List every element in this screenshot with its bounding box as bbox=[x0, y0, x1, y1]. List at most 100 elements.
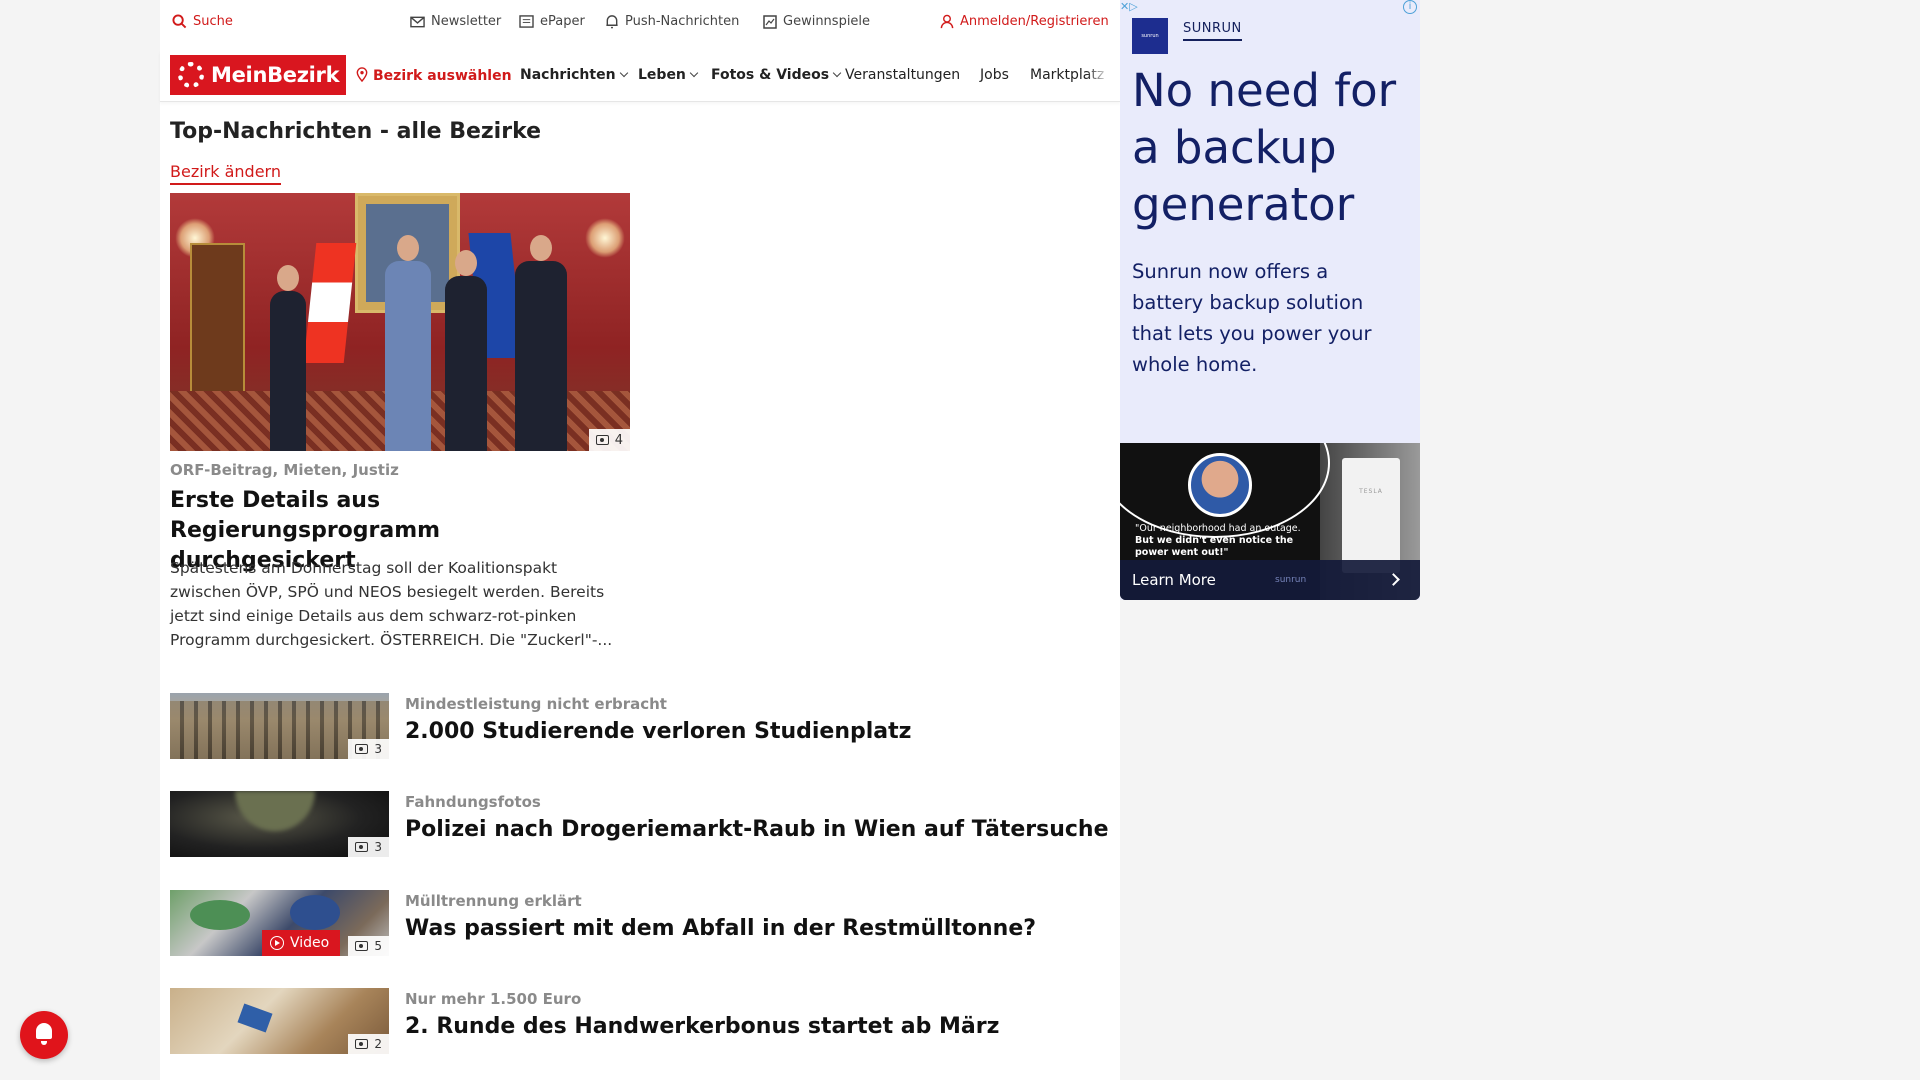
utility-bar: Suche Newsletter ePaper Push-Nachrichten… bbox=[160, 0, 1120, 46]
image-count-badge: 4 bbox=[588, 429, 630, 451]
image-count-badge: 3 bbox=[348, 837, 389, 857]
search-label: Suche bbox=[193, 14, 233, 29]
image-count-badge: 3 bbox=[348, 739, 389, 759]
newspaper-icon bbox=[519, 15, 534, 28]
blurred-face bbox=[235, 791, 315, 831]
image-count: 2 bbox=[374, 1037, 382, 1051]
lead-article-image[interactable]: 4 bbox=[170, 193, 630, 451]
tool bbox=[237, 1003, 273, 1033]
ad-brand-logo: sunrun bbox=[1132, 18, 1168, 54]
ad-close-icon[interactable]: ✕▷ bbox=[1120, 0, 1138, 13]
video-badge: Video bbox=[262, 930, 340, 956]
image-count: 5 bbox=[374, 939, 382, 953]
trash-bag bbox=[290, 895, 340, 930]
article-title[interactable]: Polizei nach Drogeriemarkt-Raub in Wien … bbox=[405, 817, 1108, 842]
ad-info-icon[interactable]: i bbox=[1403, 0, 1417, 14]
article-kicker: Fahndungsfotos bbox=[405, 793, 541, 811]
lead-article-teaser: Spätestens am Donnerstag soll der Koalit… bbox=[170, 559, 613, 649]
change-district-link[interactable]: Bezirk ändern bbox=[170, 162, 281, 185]
login-link[interactable]: Anmelden/Registrieren bbox=[940, 14, 1109, 29]
nav-item-label: Nachrichten bbox=[520, 67, 616, 83]
article-kicker: Mülltrennung erklärt bbox=[405, 892, 582, 910]
ad-person-avatar bbox=[1188, 453, 1252, 517]
article-thumbnail[interactable]: 2 bbox=[170, 988, 389, 1054]
gallery-icon bbox=[355, 1039, 369, 1049]
nav-item-jobs[interactable]: Jobs bbox=[980, 67, 1009, 83]
nav-item-marktplatz[interactable]: Marktplatz bbox=[1030, 67, 1110, 83]
advertisement[interactable]: ✕▷ i sunrun SUNRUN No need for a backup … bbox=[1120, 0, 1420, 600]
article-title[interactable]: Was passiert mit dem Abfall in der Restm… bbox=[405, 916, 1036, 941]
image-count: 3 bbox=[374, 840, 382, 854]
article-thumbnail[interactable]: Video 5 bbox=[170, 890, 389, 956]
image-count: 3 bbox=[374, 742, 382, 756]
person-figure bbox=[445, 250, 487, 451]
nav-item-label: Marktplatz bbox=[1030, 67, 1105, 83]
trash-bag bbox=[190, 900, 250, 930]
section-title: Top-Nachrichten - alle Bezirke bbox=[170, 119, 542, 144]
logo-text: MeinBezirk bbox=[211, 63, 340, 87]
image-count-badge: 2 bbox=[348, 1034, 389, 1054]
chevron-down-icon bbox=[619, 68, 628, 78]
video-label: Video bbox=[290, 935, 330, 951]
gallery-icon bbox=[595, 435, 609, 445]
epaper-link[interactable]: ePaper bbox=[519, 14, 585, 29]
nav-item-veranstaltungen[interactable]: Veranstaltungen bbox=[845, 67, 960, 83]
nav-item-fotos-videos[interactable]: Fotos & Videos bbox=[711, 67, 842, 83]
user-icon bbox=[940, 14, 954, 29]
article-kicker: Mindestleistung nicht erbracht bbox=[405, 695, 667, 713]
article-kicker: Nur mehr 1.500 Euro bbox=[405, 990, 582, 1008]
bell-icon bbox=[606, 15, 618, 29]
contests-label: Gewinnspiele bbox=[783, 14, 871, 29]
epaper-label: ePaper bbox=[540, 14, 585, 29]
ad-image[interactable]: "Our neighborhood had an outage. But we … bbox=[1120, 443, 1420, 600]
page-content: Suche Newsletter ePaper Push-Nachrichten… bbox=[160, 0, 1120, 1080]
site-logo[interactable]: MeinBezirk bbox=[170, 55, 346, 95]
article-title[interactable]: 2. Runde des Handwerkerbonus startet ab … bbox=[405, 1014, 999, 1039]
contests-link[interactable]: Gewinnspiele bbox=[763, 14, 870, 29]
image-frame-icon bbox=[763, 14, 777, 29]
login-label: Anmelden/Registrieren bbox=[960, 14, 1109, 29]
newsletter-label: Newsletter bbox=[431, 14, 502, 29]
person-figure bbox=[515, 235, 567, 451]
gallery-icon bbox=[355, 941, 369, 951]
ad-brand-name: SUNRUN bbox=[1183, 21, 1242, 41]
clock bbox=[190, 243, 245, 393]
nav-item-nachrichten[interactable]: Nachrichten bbox=[520, 67, 628, 83]
nav-item-leben[interactable]: Leben bbox=[638, 67, 699, 83]
image-count-badge: 5 bbox=[348, 936, 389, 956]
nav-item-label: Fotos & Videos bbox=[711, 67, 830, 83]
search-link[interactable]: Suche bbox=[172, 14, 233, 29]
chandelier bbox=[585, 218, 625, 258]
notification-bell-button[interactable] bbox=[20, 1011, 68, 1059]
list-item[interactable]: 2 Nur mehr 1.500 Euro 2. Runde des Handw… bbox=[170, 988, 1070, 1054]
search-icon bbox=[172, 14, 187, 29]
newsletter-link[interactable]: Newsletter bbox=[410, 14, 501, 29]
article-title[interactable]: 2.000 Studierende verloren Studienplatz bbox=[405, 719, 911, 744]
main-navigation: MeinBezirk Bezirk auswählen Nachrichten … bbox=[160, 50, 1120, 102]
logo-icon bbox=[178, 62, 204, 88]
battery-unit bbox=[1342, 458, 1400, 573]
ad-small-brand: sunrun bbox=[1275, 575, 1307, 585]
play-icon bbox=[270, 936, 284, 950]
list-item[interactable]: 3 Fahndungsfotos Polizei nach Drogeriema… bbox=[170, 791, 1108, 857]
ad-subtext: Sunrun now offers a battery backup solut… bbox=[1132, 260, 1372, 376]
nav-item-label: Leben bbox=[638, 67, 686, 83]
ad-logo-text: sunrun bbox=[1141, 33, 1159, 39]
list-item[interactable]: 3 Mindestleistung nicht erbracht 2.000 S… bbox=[170, 693, 1070, 759]
location-pin-icon bbox=[356, 67, 368, 83]
image-count: 4 bbox=[614, 432, 623, 448]
district-select-button[interactable]: Bezirk auswählen bbox=[356, 67, 512, 84]
mail-icon bbox=[410, 16, 425, 27]
list-item[interactable]: Video 5 Mülltrennung erklärt Was passier… bbox=[170, 890, 1070, 956]
ad-quote-line-bold: But we didn't even notice the power went… bbox=[1135, 535, 1294, 558]
push-label: Push-Nachrichten bbox=[625, 14, 740, 29]
ad-cta-button[interactable]: Learn More sunrun bbox=[1120, 560, 1420, 600]
article-thumbnail[interactable]: 3 bbox=[170, 791, 389, 857]
lead-article-kicker: ORF-Beitrag, Mieten, Justiz bbox=[170, 461, 399, 479]
person-figure bbox=[385, 235, 431, 451]
ad-quote: "Our neighborhood had an outage. But we … bbox=[1135, 523, 1305, 559]
ad-headline: No need for a backup generator bbox=[1132, 64, 1397, 231]
push-notifications-link[interactable]: Push-Nachrichten bbox=[605, 14, 739, 29]
ad-cta-label: Learn More bbox=[1132, 571, 1216, 589]
article-thumbnail[interactable]: 3 bbox=[170, 693, 389, 759]
